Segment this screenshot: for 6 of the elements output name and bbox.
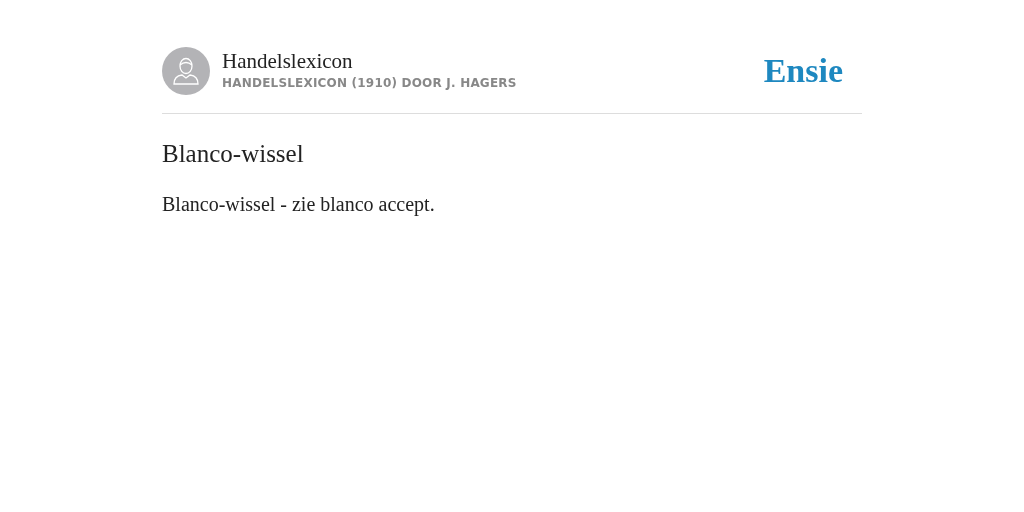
dictionary-subtitle: HANDELSLEXICON (1910) DOOR J. HAGERS [222, 75, 517, 92]
logo[interactable]: Ensie [763, 54, 843, 88]
avatar-icon [162, 47, 210, 95]
dictionary-title: Handelslexicon [222, 49, 354, 73]
entry-body: Blanco-wissel - zie blanco accept. [162, 192, 436, 218]
entry-heading: Blanco-wissel [162, 139, 305, 169]
